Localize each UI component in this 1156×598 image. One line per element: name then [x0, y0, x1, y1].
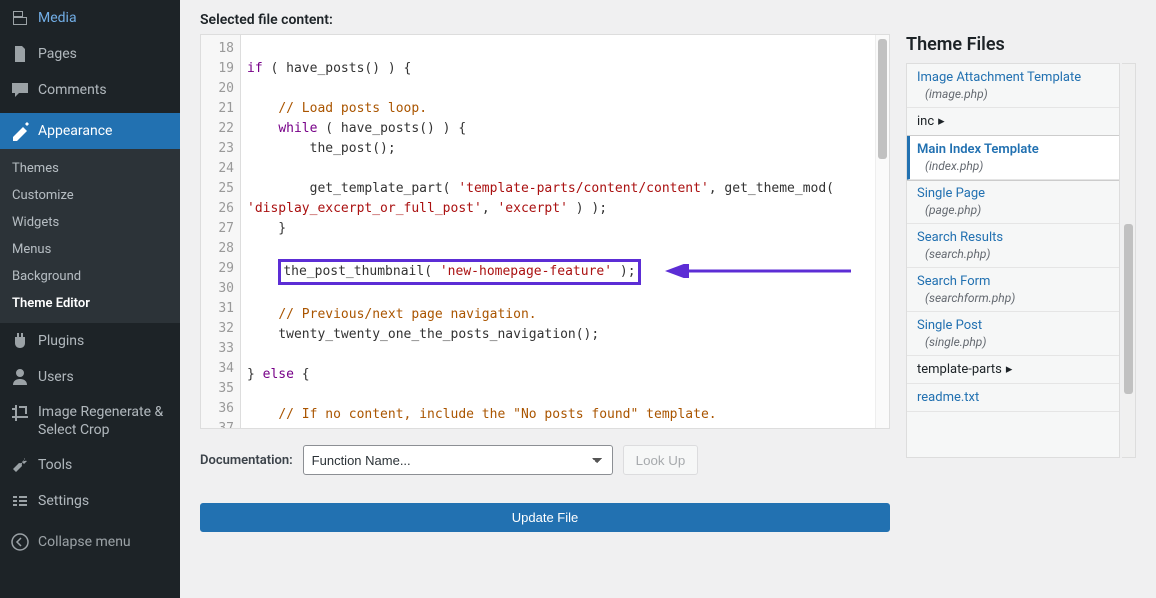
sidebar-item-appearance[interactable]: Appearance: [0, 113, 180, 149]
sidebar-item-pages[interactable]: Pages: [0, 36, 180, 72]
media-icon: [10, 8, 30, 28]
sidebar-item-users[interactable]: Users: [0, 359, 180, 395]
sidebar-item-image-regen[interactable]: Image Regenerate & Select Crop: [0, 395, 180, 447]
editor-title: Selected file content:: [200, 12, 1136, 28]
plugins-icon: [10, 331, 30, 351]
sidebar-item-media[interactable]: Media: [0, 0, 180, 36]
pages-icon: [10, 44, 30, 64]
code-editor[interactable]: 1819202122232425262728293031323334353637…: [200, 34, 890, 429]
theme-files-scrollbar[interactable]: [1122, 63, 1136, 458]
annotation-arrow: [661, 262, 861, 282]
settings-icon: [10, 491, 30, 511]
sidebar-item-label: Image Regenerate & Select Crop: [38, 403, 170, 439]
sidebar-item-plugins[interactable]: Plugins: [0, 323, 180, 359]
sidebar-item-label: Collapse menu: [38, 534, 131, 550]
sidebar-item-tools[interactable]: Tools: [0, 447, 180, 483]
comments-icon: [10, 80, 30, 100]
sidebar-sub-theme-editor[interactable]: Theme Editor: [0, 290, 180, 317]
code-gutter: 1819202122232425262728293031323334353637: [201, 35, 241, 428]
documentation-row: Documentation: Function Name... Look Up: [200, 445, 890, 475]
editor-column: 1819202122232425262728293031323334353637…: [200, 34, 890, 598]
theme-file-item[interactable]: readme.txt: [907, 384, 1119, 412]
theme-file-item[interactable]: Single Post(single.php): [907, 312, 1119, 356]
sidebar-item-label: Media: [38, 10, 77, 26]
collapse-icon: [10, 532, 30, 552]
chevron-right-icon: ▸: [938, 114, 945, 129]
sidebar-item-label: Pages: [38, 46, 77, 62]
scroll-thumb[interactable]: [878, 39, 887, 159]
theme-file-item[interactable]: Image Attachment Template(image.php): [907, 64, 1119, 108]
sidebar-item-label: Appearance: [38, 123, 112, 139]
scroll-thumb[interactable]: [1124, 224, 1133, 394]
sidebar-item-comments[interactable]: Comments: [0, 72, 180, 108]
users-icon: [10, 367, 30, 387]
code-area[interactable]: if ( have_posts() ) { // Load posts loop…: [241, 35, 875, 428]
crop-icon: [10, 403, 30, 423]
theme-file-folder[interactable]: template-parts▸: [907, 356, 1119, 384]
sidebar-sub-background[interactable]: Background: [0, 263, 180, 290]
chevron-right-icon: ▸: [1006, 362, 1013, 377]
theme-files-column: Theme Files Image Attachment Template(im…: [906, 34, 1136, 598]
sidebar-sub-widgets[interactable]: Widgets: [0, 209, 180, 236]
sidebar-sub-menus[interactable]: Menus: [0, 236, 180, 263]
sidebar-item-label: Settings: [38, 493, 89, 509]
sidebar-sub-customize[interactable]: Customize: [0, 182, 180, 209]
documentation-label: Documentation:: [200, 453, 293, 468]
sidebar-item-label: Comments: [38, 82, 107, 98]
update-file-button[interactable]: Update File: [200, 503, 890, 532]
appearance-submenu: Themes Customize Widgets Menus Backgroun…: [0, 149, 180, 323]
lookup-button[interactable]: Look Up: [623, 445, 699, 475]
theme-file-folder[interactable]: inc▸: [907, 108, 1119, 136]
content-body: Selected file content: 18192021222324252…: [180, 0, 1156, 598]
theme-file-item[interactable]: Search Results(search.php): [907, 224, 1119, 268]
sidebar-item-label: Users: [38, 369, 74, 385]
theme-file-item[interactable]: Main Index Template(index.php): [906, 136, 1120, 180]
code-scrollbar[interactable]: [875, 35, 889, 428]
tools-icon: [10, 455, 30, 475]
sidebar-item-label: Plugins: [38, 333, 84, 349]
theme-files-list[interactable]: Image Attachment Template(image.php)inc▸…: [906, 63, 1120, 458]
appearance-icon: [10, 121, 30, 141]
theme-files-title: Theme Files: [906, 34, 1136, 55]
documentation-select[interactable]: Function Name...: [303, 445, 613, 475]
theme-file-item[interactable]: Search Form(searchform.php): [907, 268, 1119, 312]
sidebar-item-settings[interactable]: Settings: [0, 483, 180, 519]
admin-sidebar: Media Pages Comments Appearance Themes C…: [0, 0, 180, 598]
sidebar-sub-themes[interactable]: Themes: [0, 155, 180, 182]
theme-file-item[interactable]: Single Page(page.php): [907, 180, 1119, 224]
sidebar-collapse[interactable]: Collapse menu: [0, 524, 180, 560]
sidebar-item-label: Tools: [38, 457, 72, 473]
